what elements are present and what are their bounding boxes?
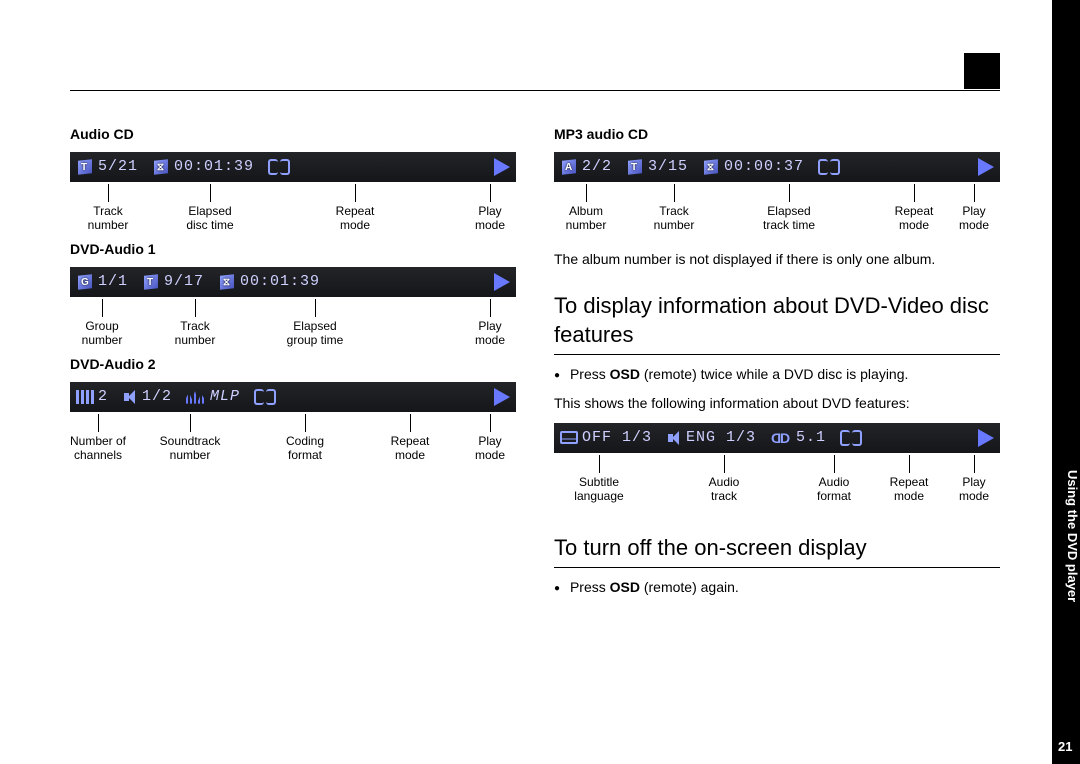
play-icon [978,158,994,176]
dvda2-osd: 2 1/2 MLP [70,382,516,412]
side-tab-label: Using the DVD player [1052,470,1080,602]
columns: Audio CD T5/21 ⧖00:01:39 Tracknumber Ela… [70,125,1000,607]
audio-cd-title: Audio CD [70,125,516,144]
dvda2-labels: Number ofchannels Soundtracknumber Codin… [70,414,516,470]
mp3-title: MP3 audio CD [554,125,1000,144]
page-number: 21 [1058,739,1072,754]
clock-icon: ⧖ [152,158,170,176]
features-osd: OFF 1/3 ENG 1/3 5.1 [554,423,1000,453]
repeat-icon [840,430,862,446]
mp3-osd: A2/2 T3/15 ⧖00:00:37 [554,152,1000,182]
soundtrack-icon [122,390,138,404]
dolby-icon [770,431,792,445]
track-icon: T [626,158,644,176]
clock-icon: ⧖ [218,273,236,291]
mp3-labels: Albumnumber Tracknumber Elapsedtrack tim… [554,184,1000,240]
left-column: Audio CD T5/21 ⧖00:01:39 Tracknumber Ela… [70,125,516,607]
channels-icon [76,390,94,404]
heading-features: To display information about DVD-Video d… [554,291,1000,355]
subtitle-icon [560,431,578,444]
features-explain: This shows the following information abo… [554,394,1000,413]
track-icon: T [142,273,160,291]
audio-icon [666,431,682,445]
album-icon: A [560,158,578,176]
group-icon: G [76,273,94,291]
heading-turnoff: To turn off the on-screen display [554,533,1000,568]
clock-icon: ⧖ [702,158,720,176]
press-osd-twice: Press OSD (remote) twice while a DVD dis… [554,365,1000,384]
side-tab: Using the DVD player 21 [1052,0,1080,764]
press-osd-again: Press OSD (remote) again. [554,578,1000,597]
play-icon [494,388,510,406]
dvda2-title: DVD-Audio 2 [70,355,516,374]
right-column: MP3 audio CD A2/2 T3/15 ⧖00:00:37 Albumn… [554,125,1000,607]
play-icon [978,429,994,447]
mp3-note: The album number is not displayed if the… [554,250,1000,269]
audio-cd-osd: T5/21 ⧖00:01:39 [70,152,516,182]
repeat-icon [268,159,290,175]
header-rule [70,90,1000,91]
dvda1-osd: G1/1 T9/17 ⧖00:01:39 [70,267,516,297]
track-icon: T [76,158,94,176]
coding-icon [186,390,206,404]
header-black-box [964,53,1000,89]
repeat-icon [254,389,276,405]
dvda1-labels: Groupnumber Tracknumber Elapsedgroup tim… [70,299,516,355]
play-icon [494,273,510,291]
dvda1-title: DVD-Audio 1 [70,240,516,259]
repeat-icon [818,159,840,175]
play-icon [494,158,510,176]
audio-cd-labels: Tracknumber Elapseddisc time Repeatmode … [70,184,516,240]
features-labels: Subtitlelanguage Audiotrack Audioformat … [554,455,1000,511]
